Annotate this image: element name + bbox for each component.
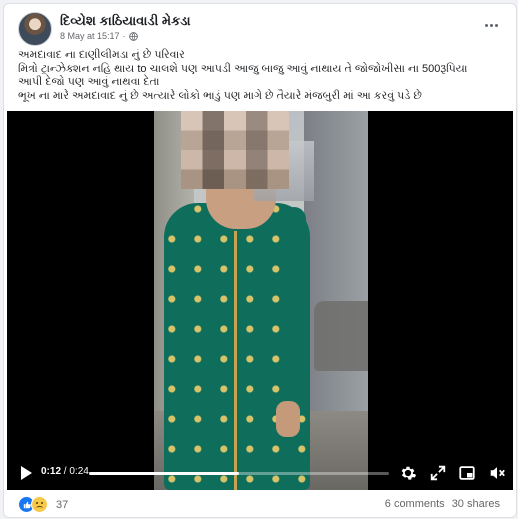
video-time: 0:12 / 0:24 — [41, 466, 89, 477]
post-text-line: મિત્રો ટ્રાન્ઝેક્શન નહિ થાય to ચાલશે પણ … — [18, 62, 468, 75]
more-options-icon[interactable] — [482, 16, 500, 34]
post-text-line: આપી દેજો પણ આવું નાથવા દેતા — [18, 76, 160, 88]
post-stats: 6 comments 30 shares — [385, 498, 500, 510]
post-header: દિવ્યેશ કાઠિયાવાડી મેકડા 8 May at 15:17 … — [4, 4, 516, 48]
meta-separator: · — [122, 31, 126, 41]
author-name[interactable]: દિવ્યેશ કાઠિયાવાડી મેકડા — [60, 13, 191, 29]
video-controls: 0:12 / 0:24 — [7, 456, 513, 490]
picture-in-picture-icon[interactable] — [458, 464, 476, 482]
comments-count[interactable]: 6 comments — [385, 498, 445, 510]
post-timestamp[interactable]: 8 May at 15:17 — [60, 31, 120, 41]
post-text-line: અમદાવાદ ના દાણીલીમડા નું છે પરિવાર — [18, 49, 185, 61]
play-icon[interactable] — [21, 466, 32, 480]
chair — [314, 301, 368, 371]
dress-trim — [234, 231, 237, 490]
duration: 0:24 — [69, 466, 89, 477]
expand-icon[interactable] — [429, 464, 447, 482]
globe-icon — [128, 31, 138, 41]
progress-fill — [89, 472, 239, 475]
video-frame[interactable] — [154, 111, 368, 490]
post-card: દિવ્યેશ કાઠિયાવાડી મેકડા 8 May at 15:17 … — [3, 3, 517, 518]
video-player[interactable]: 0:12 / 0:24 — [7, 111, 513, 490]
progress-bar[interactable] — [89, 472, 389, 475]
reactions[interactable]: 37 — [18, 496, 68, 513]
blurred-face — [181, 111, 289, 189]
post-text-line: ભૂખ ના મારે અમદાવાદ નું છે અત્યારે લોકો … — [18, 89, 422, 102]
person-arm — [282, 207, 306, 407]
volume-muted-icon[interactable] — [488, 464, 506, 482]
post-text: અમદાવાદ ના દાણીલીમડા નું છે પરિવાર મિત્ર… — [18, 49, 506, 103]
post-meta: 8 May at 15:17 · — [60, 31, 138, 41]
gear-icon[interactable] — [399, 464, 417, 482]
shares-count[interactable]: 30 shares — [452, 498, 500, 510]
sad-reaction-icon — [31, 496, 48, 513]
post-footer: 37 6 comments 30 shares — [4, 490, 516, 517]
author-avatar[interactable] — [18, 12, 52, 46]
person-hand — [276, 401, 300, 437]
reaction-count[interactable]: 37 — [56, 499, 68, 511]
current-time: 0:12 — [41, 466, 62, 477]
